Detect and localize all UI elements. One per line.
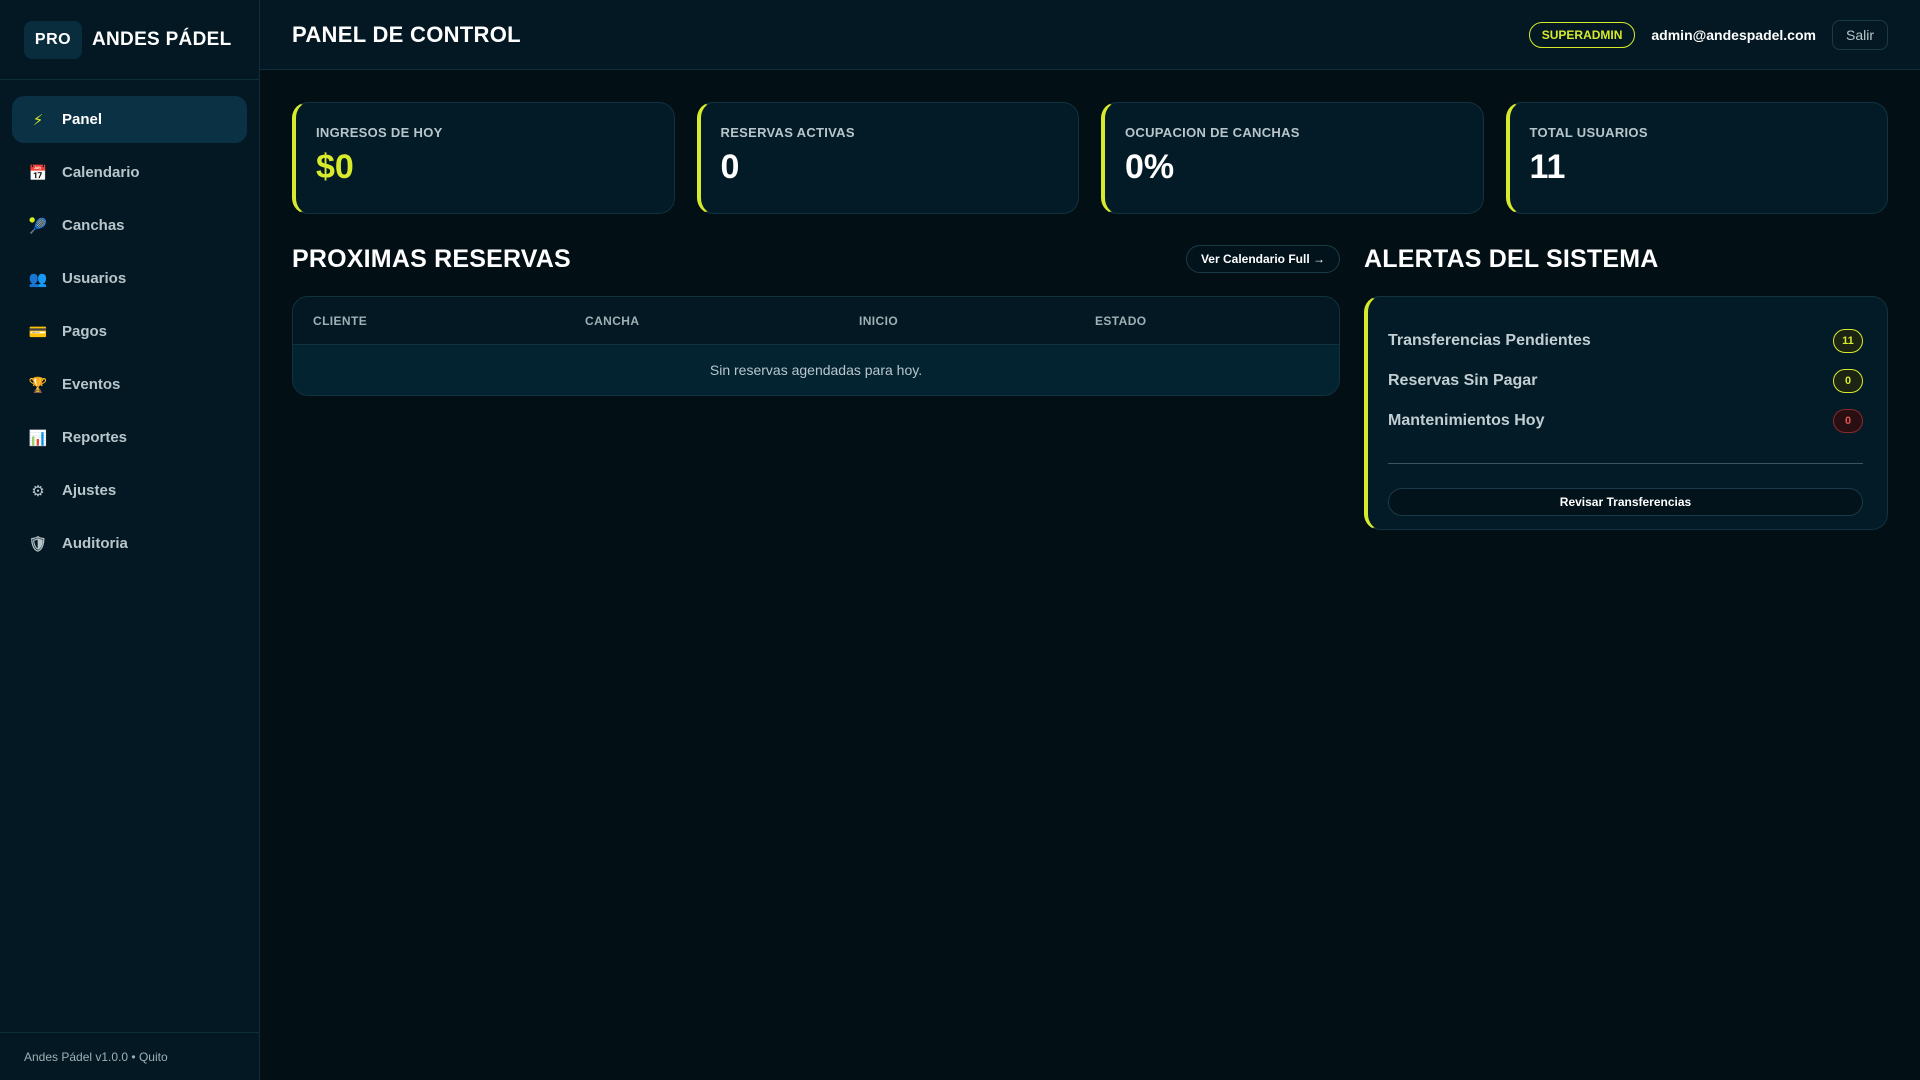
stat-card-usuarios: TOTAL USUARIOS 11 xyxy=(1505,102,1888,214)
app-root: PRO ANDES PÁDEL ⚡ Panel 📅 Calendario 🎾 C… xyxy=(0,0,1920,1080)
sidebar-nav: ⚡ Panel 📅 Calendario 🎾 Canchas 👥 Usuario… xyxy=(0,80,259,583)
sidebar-item-panel[interactable]: ⚡ Panel xyxy=(12,96,247,143)
logout-button[interactable]: Salir xyxy=(1831,19,1888,50)
users-icon: 👥 xyxy=(28,270,48,288)
stat-card-reservas: RESERVAS ACTIVAS 0 xyxy=(696,102,1079,214)
sidebar-item-label: Auditoria xyxy=(62,535,128,552)
alert-count-badge: 0 xyxy=(1833,409,1863,433)
review-transfers-button[interactable]: Revisar Transferencias xyxy=(1388,488,1863,516)
sidebar-item-label: Eventos xyxy=(62,376,121,393)
calendar-icon: 📅 xyxy=(28,164,48,182)
alert-row: Mantenimientos Hoy 0 xyxy=(1388,401,1863,441)
section-title: ALERTAS DEL SISTEMA xyxy=(1364,244,1659,273)
column-header-inicio[interactable]: INICIO xyxy=(859,314,1095,328)
version-footer: Andes Pádel v1.0.0 • Quito xyxy=(0,1032,259,1080)
user-email: admin@andespadel.com xyxy=(1651,26,1816,43)
sidebar-item-label: Usuarios xyxy=(62,270,127,287)
sidebar-item-canchas[interactable]: 🎾 Canchas xyxy=(12,202,247,249)
gear-icon: ⚙ xyxy=(31,482,45,500)
dashboard-content: INGRESOS DE HOY $0 RESERVAS ACTIVAS 0 OC… xyxy=(260,70,1920,530)
page-title: PANEL DE CONTROL xyxy=(292,21,521,47)
divider xyxy=(1388,463,1863,464)
view-calendar-button[interactable]: Ver Calendario Full → xyxy=(1185,245,1340,273)
brand-name: ANDES PÁDEL xyxy=(92,28,232,50)
sidebar-item-reportes[interactable]: 📊 Reportes xyxy=(12,414,247,461)
stats-row: INGRESOS DE HOY $0 RESERVAS ACTIVAS 0 OC… xyxy=(292,102,1888,214)
sidebar-item-calendario[interactable]: 📅 Calendario xyxy=(12,149,247,196)
sidebar-item-ajustes[interactable]: ⚙ Ajustes xyxy=(12,467,247,514)
sidebar-item-label: Canchas xyxy=(62,217,125,234)
shield-icon: 🛡 xyxy=(28,535,48,553)
sidebar: PRO ANDES PÁDEL ⚡ Panel 📅 Calendario 🎾 C… xyxy=(0,0,260,1080)
alert-row: Transferencias Pendientes 11 xyxy=(1388,321,1863,361)
reservas-header: PROXIMAS RESERVAS Ver Calendario Full → xyxy=(292,242,1340,276)
sidebar-item-label: Panel xyxy=(62,111,103,128)
column-header-estado[interactable]: ESTADO xyxy=(1095,314,1147,328)
bar-chart-icon: 📊 xyxy=(28,429,48,447)
stat-value: 0% xyxy=(1125,148,1175,186)
user-area: SUPERADMIN admin@andespadel.com Salir xyxy=(1528,19,1888,50)
topbar: PANEL DE CONTROL SUPERADMIN admin@andesp… xyxy=(260,0,1920,70)
role-badge: SUPERADMIN xyxy=(1528,21,1636,48)
alertas-panel: ALERTAS DEL SISTEMA Transferencias Pendi… xyxy=(1364,242,1888,530)
main-area: PANEL DE CONTROL SUPERADMIN admin@andesp… xyxy=(260,0,1920,1080)
empty-state: Sin reservas agendadas para hoy. xyxy=(293,345,1339,395)
alert-count-badge: 0 xyxy=(1833,369,1863,393)
reservas-panel: PROXIMAS RESERVAS Ver Calendario Full → … xyxy=(292,242,1340,530)
column-header-cancha[interactable]: CANCHA xyxy=(585,314,859,328)
sidebar-item-label: Reportes xyxy=(62,429,128,446)
trophy-icon: 🏆 xyxy=(28,376,48,394)
section-title: PROXIMAS RESERVAS xyxy=(292,244,571,273)
stat-label: RESERVAS ACTIVAS xyxy=(720,125,855,140)
alert-row: Reservas Sin Pagar 0 xyxy=(1388,361,1863,401)
credit-card-icon: 💳 xyxy=(28,323,48,341)
sidebar-item-usuarios[interactable]: 👥 Usuarios xyxy=(12,255,247,302)
stat-value: 11 xyxy=(1529,148,1566,186)
stat-value: $0 xyxy=(316,148,354,186)
stat-label: TOTAL USUARIOS xyxy=(1529,125,1648,140)
alert-label: Mantenimientos Hoy xyxy=(1388,412,1545,429)
alerts-card: Transferencias Pendientes 11 Reservas Si… xyxy=(1364,296,1888,530)
sidebar-item-pagos[interactable]: 💳 Pagos xyxy=(12,308,247,355)
stat-card-ingresos: INGRESOS DE HOY $0 xyxy=(292,102,675,214)
lower-section: PROXIMAS RESERVAS Ver Calendario Full → … xyxy=(292,242,1888,530)
sidebar-item-auditoria[interactable]: 🛡 Auditoria xyxy=(12,520,247,567)
column-header-cliente[interactable]: CLIENTE xyxy=(313,314,585,328)
sidebar-item-eventos[interactable]: 🏆 Eventos xyxy=(12,361,247,408)
stat-value: 0 xyxy=(720,148,740,186)
sidebar-item-label: Ajustes xyxy=(62,482,117,499)
alert-count-badge: 11 xyxy=(1833,329,1863,353)
alertas-header: ALERTAS DEL SISTEMA xyxy=(1364,242,1888,276)
alert-label: Reservas Sin Pagar xyxy=(1388,372,1538,389)
tennis-ball-icon: 🎾 xyxy=(28,217,48,235)
stat-label: INGRESOS DE HOY xyxy=(316,125,443,140)
brand[interactable]: PRO ANDES PÁDEL xyxy=(0,0,259,80)
stat-card-ocupacion: OCUPACION DE CANCHAS 0% xyxy=(1101,102,1484,214)
sidebar-item-label: Calendario xyxy=(62,164,140,181)
stat-label: OCUPACION DE CANCHAS xyxy=(1125,125,1300,140)
alert-label: Transferencias Pendientes xyxy=(1388,332,1591,349)
brand-badge: PRO xyxy=(24,20,82,59)
table-header: CLIENTE CANCHA INICIO ESTADO xyxy=(293,297,1339,345)
sidebar-item-label: Pagos xyxy=(62,323,108,340)
reservas-table: CLIENTE CANCHA INICIO ESTADO Sin reserva… xyxy=(292,296,1340,396)
lightning-icon: ⚡ xyxy=(32,111,44,129)
